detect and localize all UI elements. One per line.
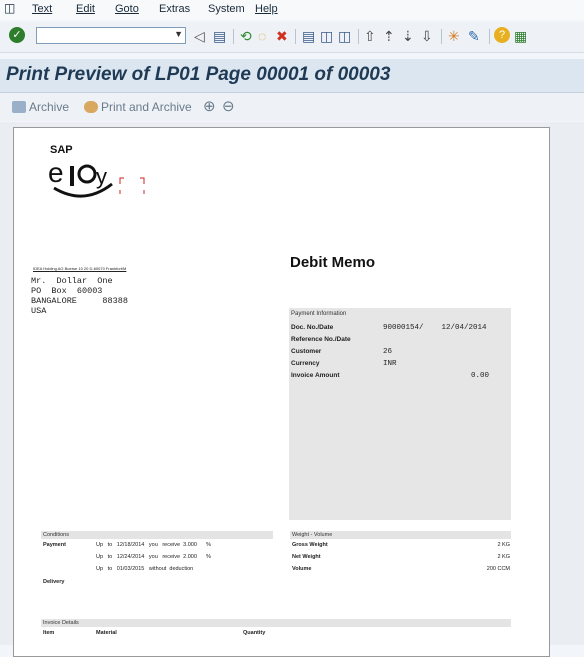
archive-button[interactable]: Archive: [12, 100, 69, 114]
sender-line: IDEA Holding AG Boerse 10 20 D-60070 Fra…: [33, 266, 127, 271]
weight-row: Net Weight 2 KG: [292, 554, 510, 560]
column-material: Material: [96, 630, 117, 636]
conditions-header: Conditions: [41, 531, 273, 539]
payment-info-box: Payment Information Doc. No./Date 9000015…: [289, 308, 511, 520]
svg-text:e: e: [48, 157, 64, 188]
system-toolbar: ✓ ▼ ◁ ▤ ⟲ ◌ ✖ ▤ ◫ ◫ ⇧ ⇡ ⇣ ⇩ ✳ ✎ ? ▦: [0, 22, 584, 53]
menu-goto[interactable]: Goto: [115, 3, 139, 15]
invoice-details-header: Invoice Details: [41, 619, 511, 627]
create-session-icon[interactable]: ✳: [448, 28, 460, 44]
info-row: Reference No./Date: [291, 336, 351, 343]
cancel-icon[interactable]: ✖: [276, 28, 288, 44]
info-row: Currency INR: [291, 360, 397, 368]
weight-volume-header: Weight - Volume: [290, 531, 511, 539]
payment-term: Up to 01/03/2015 without deduction: [96, 566, 194, 572]
zoom-out-icon[interactable]: ⊖: [222, 97, 235, 115]
archive-icon: [12, 101, 26, 113]
back-arrow-icon[interactable]: ◁: [194, 28, 205, 44]
print-icon[interactable]: ▤: [302, 28, 315, 44]
column-item: Item: [43, 630, 55, 636]
document-menu-icon[interactable]: ◫: [4, 1, 15, 15]
enter-check-icon[interactable]: ✓: [9, 27, 25, 43]
delivery-label: Delivery: [43, 579, 65, 585]
preview-area[interactable]: SAP e y IDEA Holding AG Boerse 10 20 D-6…: [0, 122, 584, 657]
payment-term: Up to 12/18/2014 you receive 3.000 %: [96, 542, 211, 548]
print-and-archive-button[interactable]: Print and Archive: [84, 100, 192, 114]
first-page-icon[interactable]: ⇧: [364, 28, 376, 44]
help-icon[interactable]: ?: [494, 27, 510, 43]
svg-text:y: y: [96, 164, 107, 189]
menu-edit[interactable]: Edit: [76, 3, 95, 15]
save-icon[interactable]: ▤: [213, 28, 226, 44]
toolbar-separator: [295, 29, 296, 44]
print-archive-icon: [84, 101, 98, 113]
weight-row: Gross Weight 2 KG: [292, 542, 510, 548]
recipient-address: Mr. Dollar One PO Box 60003 BANGALORE 8838…: [31, 276, 128, 316]
shortcut-icon[interactable]: ✎: [468, 28, 480, 44]
title-bar: Print Preview of LP01 Page 00001 of 0000…: [0, 59, 584, 93]
document-title: Debit Memo: [290, 254, 376, 271]
chevron-down-icon[interactable]: ▼: [174, 29, 183, 39]
command-field[interactable]: ▼: [36, 27, 186, 44]
column-quantity: Quantity: [243, 630, 266, 636]
payment-term: Up to 12/24/2014 you receive 2.000 %: [96, 554, 211, 560]
menu-extras[interactable]: Extras: [159, 3, 190, 15]
last-page-icon[interactable]: ⇩: [421, 28, 433, 44]
exit-icon[interactable]: ◌: [258, 28, 266, 44]
toolbar-separator: [233, 29, 234, 44]
invoice-amount-row: Invoice Amount 0.00: [291, 372, 489, 380]
back-green-icon[interactable]: ⟲: [240, 28, 252, 44]
toolbar-separator: [489, 29, 490, 44]
layout-menu-icon[interactable]: ▦: [514, 28, 527, 44]
toolbar-separator: [441, 29, 442, 44]
document-page: SAP e y IDEA Holding AG Boerse 10 20 D-6…: [13, 127, 550, 657]
find-icon[interactable]: ◫: [320, 28, 333, 44]
page-title: Print Preview of LP01 Page 00001 of 0000…: [6, 64, 391, 85]
find-next-icon[interactable]: ◫: [338, 28, 351, 44]
menu-bar: ◫ Text Edit Goto Extras System Help: [0, 0, 584, 20]
payment-label: Payment: [43, 542, 66, 548]
menu-help[interactable]: Help: [255, 3, 278, 15]
next-page-icon[interactable]: ⇣: [402, 28, 414, 44]
previous-page-icon[interactable]: ⇡: [383, 28, 395, 44]
toolbar-separator: [358, 29, 359, 44]
info-row: Customer 26: [291, 348, 393, 356]
payment-info-header: Payment Information: [291, 311, 347, 317]
application-toolbar: Archive Print and Archive ⊕ ⊖: [0, 93, 584, 121]
zoom-in-icon[interactable]: ⊕: [203, 97, 216, 115]
sap-ejoy-logo: SAP e y: [48, 144, 145, 198]
weight-row: Volume 200 CCM: [292, 566, 510, 572]
menu-text[interactable]: Text: [32, 3, 52, 15]
svg-text:SAP: SAP: [50, 144, 73, 156]
info-row: Doc. No./Date 90000154/ 12/04/2014: [291, 324, 487, 332]
menu-system[interactable]: System: [208, 3, 245, 15]
